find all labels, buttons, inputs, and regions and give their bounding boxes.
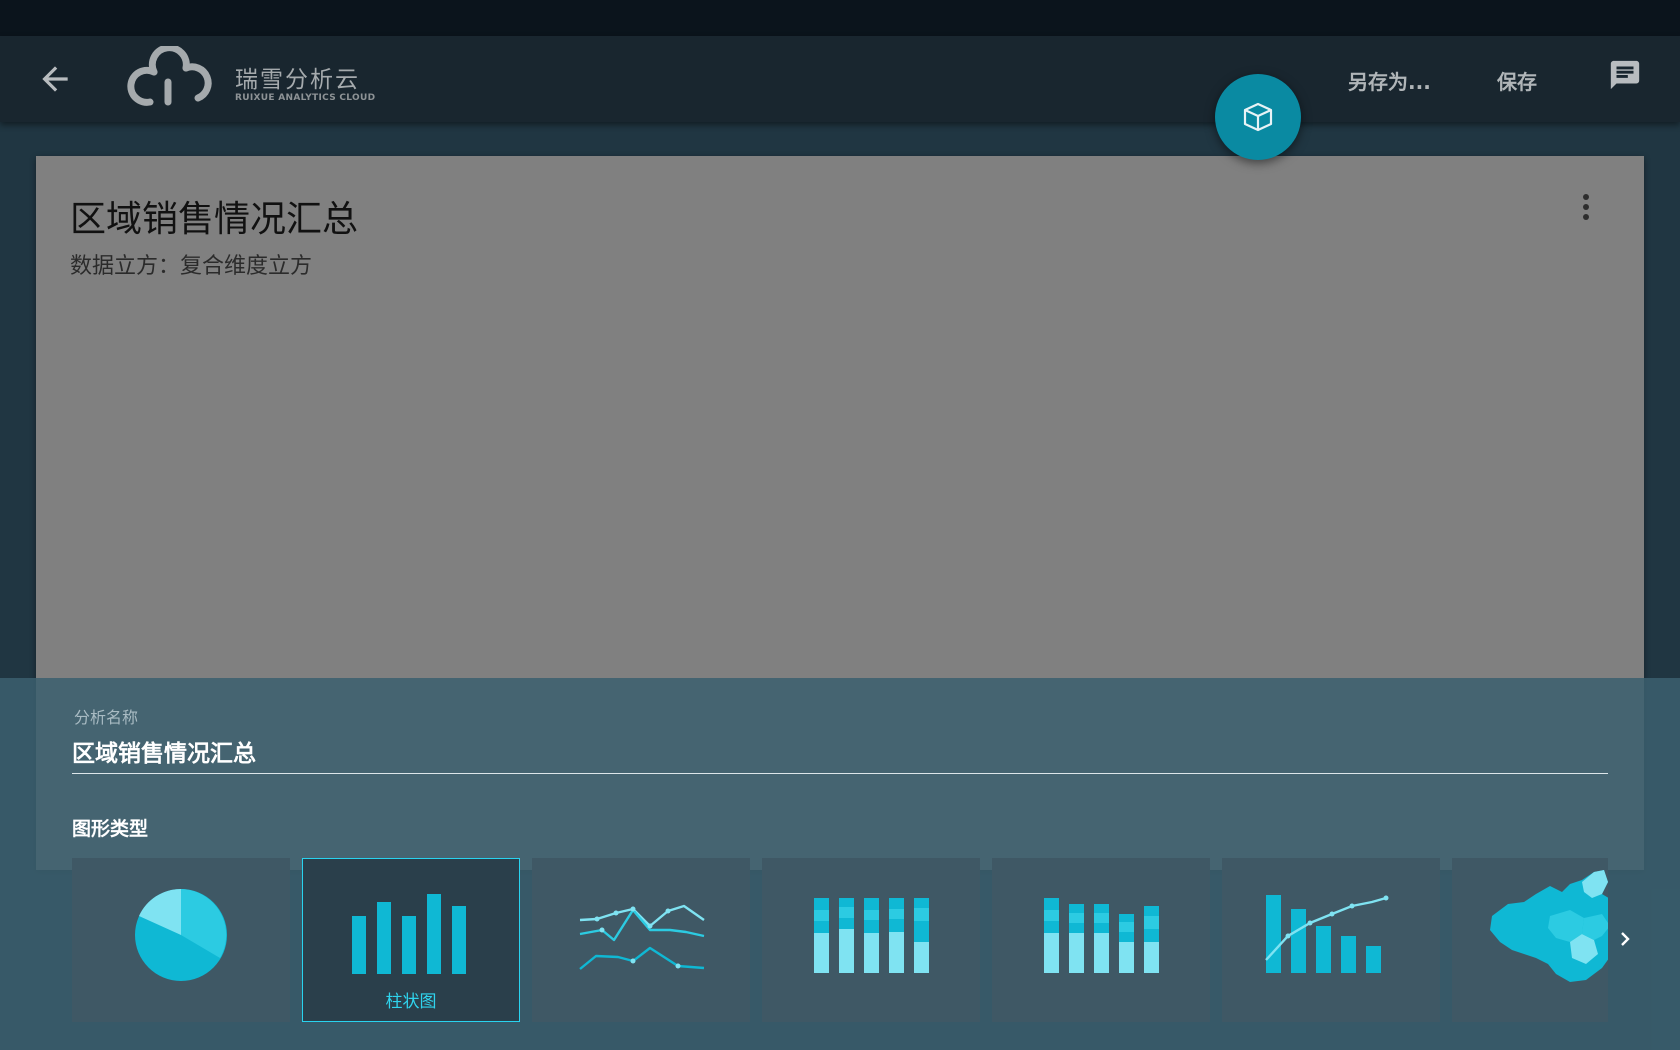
back-button[interactable]	[36, 60, 74, 98]
arrow-left-icon	[42, 66, 68, 92]
chart-type-pie[interactable]	[72, 858, 290, 1022]
save-button[interactable]: 保存	[1497, 66, 1537, 95]
chart-type-stacked-bar-full[interactable]	[762, 858, 980, 1022]
chat-icon	[1610, 60, 1640, 90]
card-subtitle: 数据立方：复合维度立方	[70, 254, 313, 279]
more-vert-icon[interactable]	[1580, 194, 1592, 230]
card-title: 区域销售情况汇总	[70, 199, 359, 240]
chart-type-list: 柱状图	[72, 858, 1608, 1022]
chart-type-stacked-bar[interactable]	[992, 858, 1210, 1022]
app-bar: 瑞雪分析云 RUIXUE ANALYTICS CLOUD 另存为... 保存	[0, 36, 1680, 122]
status-bar	[0, 0, 1680, 36]
chart-type-bar-line[interactable]	[1222, 858, 1440, 1022]
analysis-name-input[interactable]	[72, 728, 1608, 774]
data-cube-button[interactable]	[1215, 74, 1301, 160]
pie-chart-icon	[135, 888, 227, 981]
line-chart-icon	[579, 904, 705, 970]
app-logo: 瑞雪分析云 RUIXUE ANALYTICS CLOUD	[124, 46, 376, 116]
stacked-bar-chart-icon	[814, 898, 929, 973]
stacked-bar-chart-icon	[1044, 898, 1159, 973]
save-as-button[interactable]: 另存为...	[1348, 66, 1431, 95]
scroll-right-button[interactable]	[1614, 924, 1638, 954]
chart-settings-sheet: 分析名称 图形类型 柱状图	[0, 678, 1680, 1050]
chart-type-line[interactable]	[532, 858, 750, 1022]
chat-button[interactable]	[1608, 58, 1642, 92]
china-map-icon	[1490, 870, 1608, 982]
chart-type-label-bar: 柱状图	[385, 992, 437, 1012]
chart-type-bar[interactable]: 柱状图	[302, 858, 520, 1022]
cloud-logo-icon	[127, 46, 212, 106]
chart-type-label: 图形类型	[72, 818, 149, 840]
logo-text: 瑞雪分析云	[235, 67, 360, 93]
logo-subtext: RUIXUE ANALYTICS CLOUD	[235, 93, 376, 103]
chevron-right-icon	[1621, 932, 1630, 946]
analysis-name-label: 分析名称	[74, 708, 139, 727]
chart-type-map[interactable]	[1452, 858, 1608, 1022]
cube-icon	[1243, 102, 1273, 132]
bar-line-chart-icon	[1265, 895, 1389, 973]
